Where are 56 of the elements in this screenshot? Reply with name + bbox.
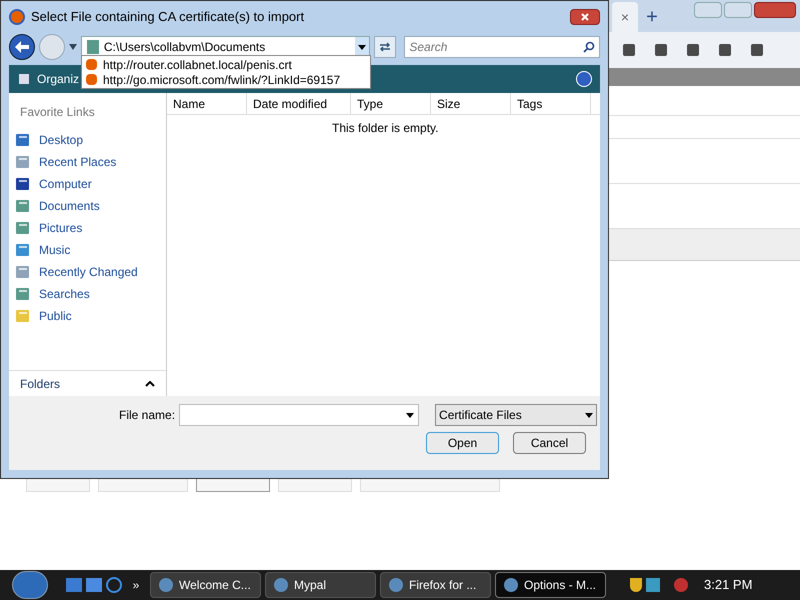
close-icon: [581, 13, 589, 21]
file-name-field[interactable]: [179, 404, 420, 426]
column-header[interactable]: Type: [351, 93, 431, 114]
favorite-link[interactable]: Documents: [9, 195, 166, 217]
address-text: C:\Users\collabvm\Documents: [104, 39, 266, 56]
shield-icon: [630, 578, 642, 592]
refresh-button[interactable]: [374, 36, 396, 58]
favorite-link[interactable]: Recent Places: [9, 151, 166, 173]
open-button[interactable]: Open: [426, 432, 499, 454]
more-button[interactable]: »: [126, 576, 146, 594]
search-icon: [582, 41, 595, 53]
clock: 3:21 PM: [704, 576, 752, 594]
favorite-link[interactable]: Public: [9, 305, 166, 327]
favorite-link[interactable]: Music: [9, 239, 166, 261]
dropdown-button[interactable]: [355, 37, 370, 57]
cancel-button[interactable]: Cancel: [513, 432, 586, 454]
folder-icon: [15, 308, 31, 324]
caret-icon[interactable]: [68, 44, 77, 50]
column-header[interactable]: Date modified: [247, 93, 351, 114]
window-title: Select File containing CA certificate(s) to import: [31, 8, 304, 26]
caret-icon: [585, 412, 594, 418]
search-field[interactable]: Search: [404, 36, 600, 58]
tab[interactable]: ×: [612, 2, 638, 32]
close-button[interactable]: [570, 9, 600, 25]
taskbar-button[interactable]: Options - M...: [495, 572, 606, 598]
taskbar-button[interactable]: Mypal: [265, 572, 376, 598]
organize-menu[interactable]: Organiz: [37, 70, 80, 88]
taskbar-button[interactable]: Welcome C...: [150, 572, 261, 598]
firefox-icon: [86, 59, 97, 70]
column-header[interactable]: Tags: [511, 93, 591, 114]
caret-icon: [358, 44, 366, 50]
file-type-dropdown[interactable]: Certificate Files: [435, 404, 598, 426]
field-label: File name:: [119, 407, 176, 424]
caret-icon: [406, 412, 414, 418]
history-item[interactable]: http://router.collabnet.local/penis.crt: [82, 57, 370, 72]
back-arrow-icon: [14, 41, 29, 53]
start-button[interactable]: [12, 571, 48, 599]
chevron-up-icon: [145, 380, 155, 386]
taskbar-button[interactable]: Firefox for ...: [380, 572, 491, 598]
firefox-icon: [9, 9, 25, 25]
favorite-link[interactable]: Searches: [9, 283, 166, 305]
organize-icon: [17, 72, 31, 86]
section-heading: Favorite Links: [19, 104, 96, 121]
back-button[interactable]: [9, 34, 35, 60]
firefox-icon: [86, 74, 97, 85]
column-header[interactable]: Name: [167, 93, 247, 114]
refresh-icon: [379, 42, 392, 52]
empty-message: This folder is empty.: [331, 120, 440, 137]
history-item[interactable]: http://go.microsoft.com/fwlink/?LinkId=69157: [82, 72, 370, 87]
new-tab-button[interactable]: +: [638, 2, 666, 32]
help-icon[interactable]: [576, 71, 592, 87]
column-header[interactable]: Size: [431, 93, 511, 114]
favorite-link[interactable]: Computer: [9, 173, 166, 195]
favorite-link[interactable]: Desktop: [9, 129, 166, 151]
favorite-link[interactable]: Pictures: [9, 217, 166, 239]
favorite-link[interactable]: Recently Changed: [9, 261, 166, 283]
